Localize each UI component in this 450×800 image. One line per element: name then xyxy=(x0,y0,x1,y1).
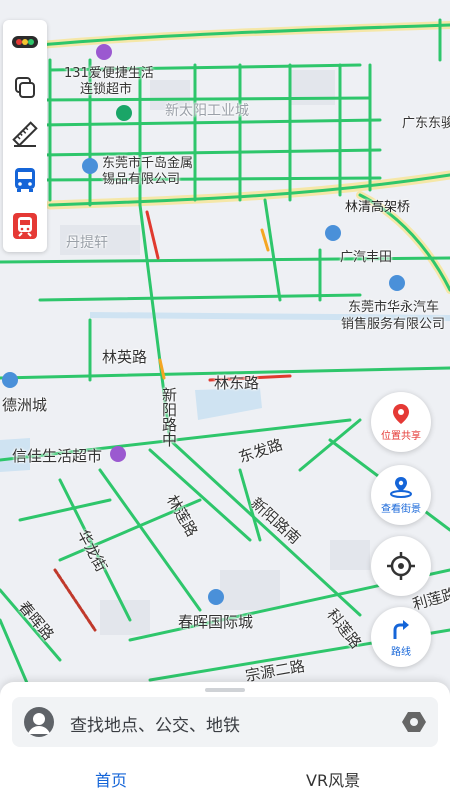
route-button[interactable]: 路线 xyxy=(371,607,431,667)
residence-poi-icon[interactable] xyxy=(208,589,224,605)
route-label: 路线 xyxy=(391,646,411,658)
building-poi-icon[interactable] xyxy=(2,372,18,388)
traffic-toggle-button[interactable] xyxy=(9,26,41,58)
tab-vr[interactable]: VR风景 xyxy=(306,767,360,791)
traffic-icon xyxy=(12,36,38,48)
poi-label-guangqi[interactable]: 广汽丰田 xyxy=(340,246,392,265)
route-arrow-icon xyxy=(393,619,409,639)
map-tools-panel xyxy=(3,20,47,252)
layers-icon xyxy=(15,77,35,98)
supermarket-poi-icon[interactable] xyxy=(110,446,126,462)
sheet-drag-handle[interactable] xyxy=(205,688,245,692)
bottom-sheet: 查找地点、公交、地铁 首页 VR风景 xyxy=(0,682,450,800)
tab-home[interactable]: 首页 xyxy=(95,767,127,791)
layers-button[interactable] xyxy=(9,72,41,104)
road-label-lindong: 林东路 xyxy=(214,374,260,392)
car-dealer-poi-icon[interactable] xyxy=(325,225,341,241)
share-icon xyxy=(393,403,409,424)
ruler-icon xyxy=(12,121,38,147)
search-bar[interactable]: 查找地点、公交、地铁 xyxy=(12,697,438,747)
road-label-linqing: 林清高架桥 xyxy=(345,200,411,215)
poi-label-dezhou[interactable]: 德洲城 xyxy=(2,394,47,415)
poi-label-xinjia[interactable]: 信佳生活超市 xyxy=(12,445,102,466)
area-label: 新太阳工业城 xyxy=(165,103,249,119)
company-poi-icon[interactable] xyxy=(82,158,98,174)
subway-icon xyxy=(13,213,37,239)
crosshair-icon xyxy=(387,552,415,580)
shop-poi-icon[interactable] xyxy=(96,44,112,60)
area-label-danti: 丹提轩 xyxy=(66,235,108,251)
road-label-xinyang: 新阳路中 xyxy=(162,386,178,449)
street-view-button[interactable]: 查看街景 xyxy=(371,465,431,525)
poi-label-huayong-2[interactable]: 销售服务有限公司 xyxy=(341,313,445,332)
settings-hexagon-icon[interactable] xyxy=(402,711,426,733)
metro-poi-icon[interactable] xyxy=(116,105,132,121)
poi-label-guangdong[interactable]: 广东东骏 xyxy=(402,112,450,131)
user-avatar-icon xyxy=(28,713,50,734)
avatar[interactable] xyxy=(24,707,54,737)
road-label-linying: 林英路 xyxy=(102,348,148,366)
poi-label-chunhuiguoji[interactable]: 春晖国际城 xyxy=(178,611,253,632)
street-view-icon xyxy=(390,476,412,498)
poi-label-131b[interactable]: 连锁超市 xyxy=(80,78,132,97)
location-share-label: 位置共享 xyxy=(381,430,421,442)
bus-button[interactable] xyxy=(9,164,41,196)
street-view-label: 查看街景 xyxy=(381,503,421,515)
bus-icon xyxy=(15,168,35,192)
subway-button[interactable] xyxy=(9,210,41,242)
locate-me-button[interactable] xyxy=(371,536,431,596)
location-share-button[interactable]: 位置共享 xyxy=(371,392,431,452)
poi-label-qiandao-2[interactable]: 锡品有限公司 xyxy=(102,168,180,187)
car-dealer-poi-icon[interactable] xyxy=(389,275,405,291)
ruler-button[interactable] xyxy=(9,118,41,150)
search-input[interactable]: 查找地点、公交、地铁 xyxy=(70,711,240,736)
